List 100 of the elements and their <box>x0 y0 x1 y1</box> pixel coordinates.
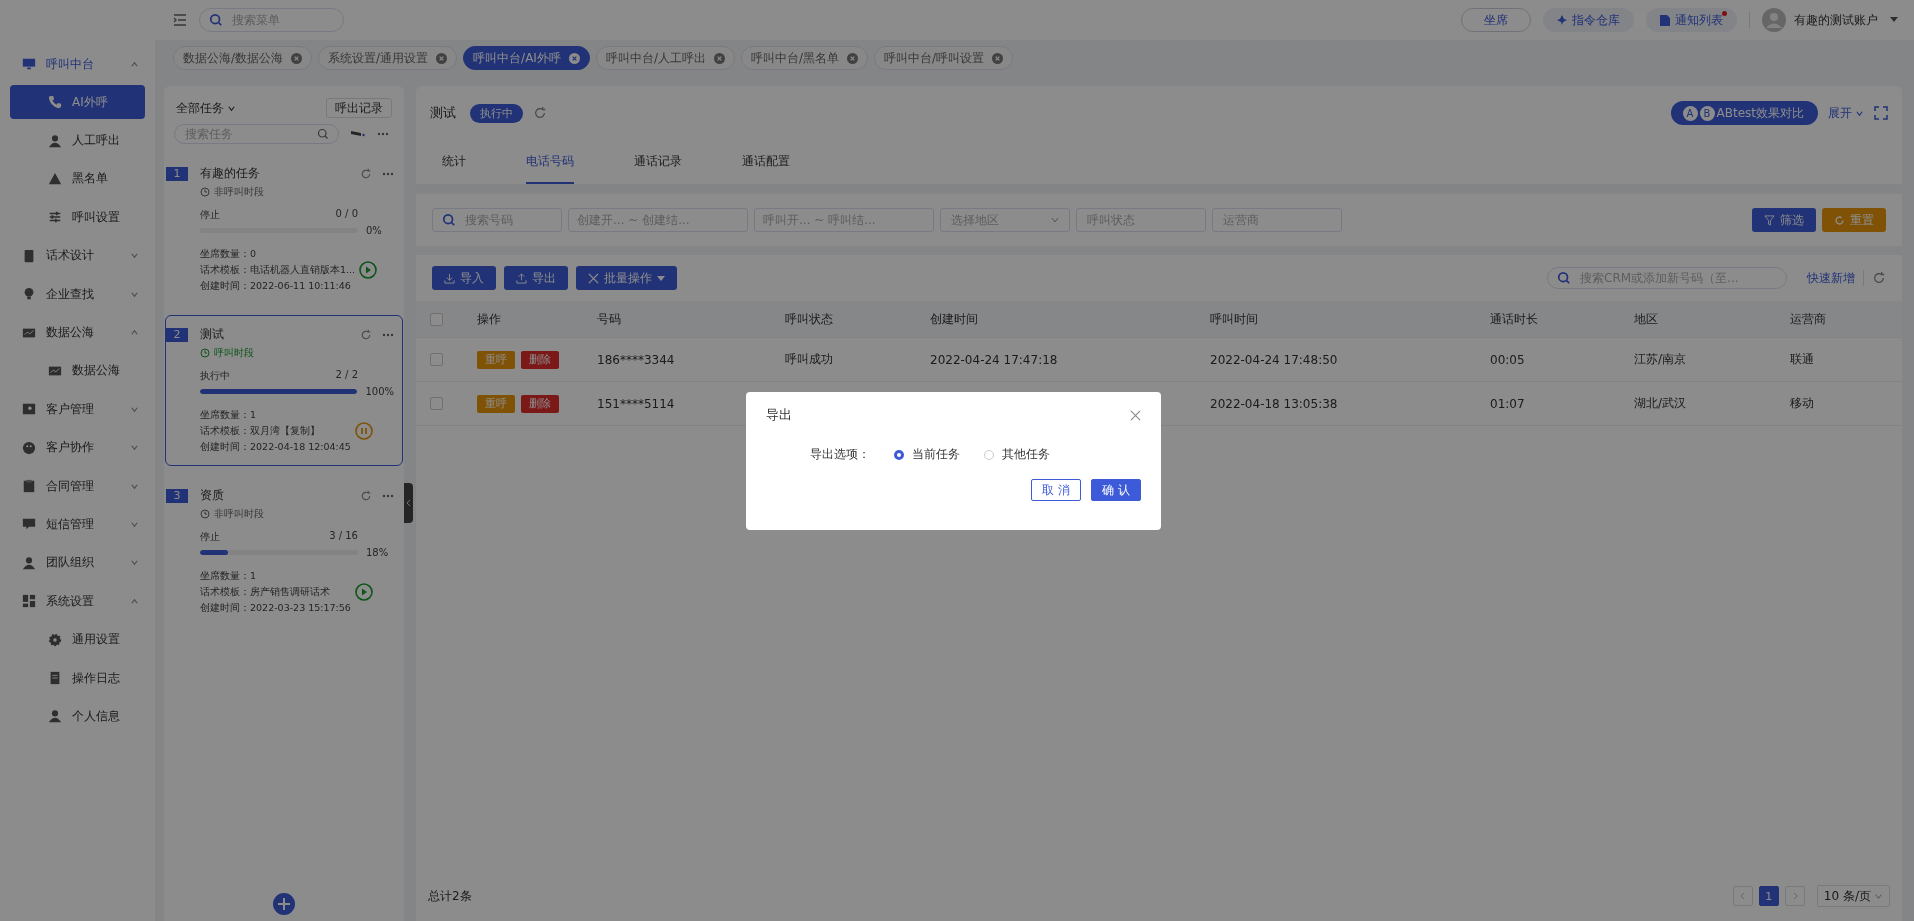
quick-add-link[interactable]: 快速新增 <box>1807 269 1855 287</box>
table-cell: 联通 <box>1790 351 1814 368</box>
content-tab[interactable]: 统计 <box>442 140 466 184</box>
toolbar-button[interactable]: 批量操作 <box>576 266 677 290</box>
expand-link[interactable]: 展开 <box>1828 104 1852 122</box>
monitor-icon <box>22 57 36 72</box>
refresh-icon[interactable] <box>1872 271 1886 285</box>
content-tab[interactable]: 通话记录 <box>634 140 682 184</box>
pause-icon[interactable] <box>354 421 373 440</box>
sidebar-subitem[interactable]: 呼叫设置 <box>10 198 145 237</box>
header-button[interactable]: 指令仓库 <box>1543 8 1634 32</box>
contact-card-icon <box>22 402 36 417</box>
close-icon[interactable] <box>992 52 1004 64</box>
play-icon[interactable] <box>354 582 373 601</box>
sidebar-subitem[interactable]: 人工呼出 <box>10 121 145 160</box>
page-tab[interactable]: 呼叫中台/黑名单 <box>740 46 868 70</box>
more-icon[interactable] <box>377 132 389 136</box>
confirm-button[interactable]: 确 认 <box>1091 479 1141 501</box>
sidebar-item[interactable]: 话术设计 <box>0 236 155 275</box>
sidebar-item[interactable]: 合同管理 <box>0 466 155 506</box>
sidebar-item[interactable]: 数据公海 <box>0 313 155 352</box>
page-button[interactable]: 1 <box>1758 886 1779 906</box>
sidebar-subitem[interactable]: 黑名单 <box>10 159 145 199</box>
chat-icon <box>22 517 36 532</box>
more-icon[interactable] <box>382 171 394 176</box>
download-icon <box>444 272 455 284</box>
header-button[interactable]: 坐席 <box>1461 8 1531 32</box>
play-icon[interactable] <box>359 260 378 279</box>
close-icon[interactable] <box>713 52 725 64</box>
sidebar-subitem[interactable]: AI外呼 <box>10 85 145 120</box>
task-card[interactable]: 3 资质 非呼叫时段 停止 3 / 16 18% 坐席数量：1 话术模板：房产销售调研话术 创建时间：2022-03-23 15:17:56 <box>165 476 403 627</box>
radio-label[interactable]: 当前任务 <box>912 446 960 463</box>
more-icon[interactable] <box>382 493 394 498</box>
user-icon <box>48 709 62 724</box>
table-cell: 呼叫成功 <box>785 351 833 368</box>
page-tab[interactable]: 呼叫中台/人工呼出 <box>595 46 735 70</box>
refresh-icon[interactable] <box>360 328 372 341</box>
content-tab[interactable]: 通话配置 <box>742 140 790 184</box>
task-filter-dropdown[interactable]: 全部任务 <box>176 99 224 117</box>
refresh-icon[interactable] <box>533 106 547 120</box>
user-icon <box>48 133 62 148</box>
header-button[interactable]: 通知列表 <box>1646 8 1737 32</box>
delete-button[interactable]: 删除 <box>521 394 559 413</box>
close-icon[interactable] <box>291 52 303 64</box>
sidebar-item[interactable]: 团队组织 <box>0 543 155 583</box>
task-card[interactable]: 2 测试 呼叫时段 执行中 2 / 2 100% 坐席数量：1 话术模板：双月湾【复制】 创建时间：2022-04-18 12:04:45 <box>165 315 403 466</box>
close-icon[interactable] <box>436 52 448 64</box>
close-icon[interactable] <box>847 52 858 64</box>
task-status: 停止 <box>200 530 220 544</box>
table-cell: 2022-04-24 17:47:18 <box>930 352 1058 367</box>
avatar-icon[interactable] <box>1762 8 1786 32</box>
more-icon[interactable] <box>382 332 394 337</box>
fullscreen-icon[interactable] <box>1874 106 1888 120</box>
sidebar-subitem[interactable]: 数据公海 <box>10 351 145 391</box>
sidebar-subitem[interactable]: 操作日志 <box>10 658 145 698</box>
sidebar-item[interactable]: 客户管理 <box>0 390 155 429</box>
sidebar-item[interactable]: 呼叫中台 <box>0 45 155 84</box>
add-icon[interactable] <box>273 893 295 915</box>
sidebar-subitem[interactable]: 个人信息 <box>10 697 145 736</box>
sidebar-item[interactable]: 企业查找 <box>0 274 155 314</box>
checkbox[interactable] <box>430 312 443 326</box>
refresh-icon[interactable] <box>360 167 372 180</box>
filter-button[interactable]: 筛选 <box>1752 208 1816 232</box>
delete-button[interactable]: 删除 <box>521 350 559 369</box>
call-records-button[interactable]: 呼出记录 <box>326 98 392 118</box>
collapse-handle-icon[interactable] <box>404 483 413 523</box>
cancel-button[interactable]: 取 消 <box>1031 479 1082 501</box>
toolbar-button[interactable]: 导入 <box>432 266 496 290</box>
sidebar-item[interactable]: 客户协作 <box>0 428 155 467</box>
user-name[interactable]: 有趣的测试账户 <box>1794 11 1878 29</box>
option-label: 导出选项： <box>810 446 870 463</box>
table-cell: 移动 <box>1790 395 1814 412</box>
task-card[interactable]: 1 有趣的任务 非呼叫时段 停止 0 / 0 0% 坐席数量：0 话术模板：电话机器人直销版本1... 创建时间：2022-06-11 10:11:46 <box>165 154 403 305</box>
video-icon[interactable] <box>351 130 365 138</box>
funnel-icon <box>1764 214 1775 226</box>
abtest-button[interactable]: A B ABtest效果对比 <box>1670 101 1818 125</box>
sidebar-item[interactable]: 系统设置 <box>0 582 155 621</box>
close-icon[interactable] <box>568 52 580 64</box>
radio-button[interactable] <box>894 449 904 460</box>
page-size-select[interactable]: 10 条/页 <box>1816 885 1890 907</box>
refresh-icon[interactable] <box>360 489 372 502</box>
toolbar-button[interactable]: 导出 <box>504 266 568 290</box>
checkbox[interactable] <box>430 353 443 366</box>
page-tab[interactable]: 系统设置/通用设置 <box>318 46 458 70</box>
content-tab[interactable]: 电话号码 <box>526 140 574 184</box>
menu-icon[interactable] <box>173 13 187 27</box>
close-icon[interactable] <box>1130 409 1141 421</box>
progress-percent: 0% <box>366 225 382 236</box>
sidebar-item[interactable]: 短信管理 <box>0 505 155 544</box>
upload-icon <box>516 272 527 284</box>
page-tab[interactable]: 数据公海/数据公海 <box>173 46 313 70</box>
radio-label[interactable]: 其他任务 <box>1002 446 1050 463</box>
checkbox[interactable] <box>430 397 443 410</box>
page-tab[interactable]: 呼叫中台/呼叫设置 <box>874 46 1014 70</box>
caret-icon[interactable] <box>1890 17 1898 23</box>
sliders-icon <box>48 210 62 225</box>
sidebar-subitem[interactable]: 通用设置 <box>10 620 145 659</box>
column-header: 呼叫状态 <box>785 310 833 328</box>
task-name: 资质 <box>200 487 224 504</box>
page-tab[interactable]: 呼叫中台/AI外呼 <box>463 46 590 70</box>
